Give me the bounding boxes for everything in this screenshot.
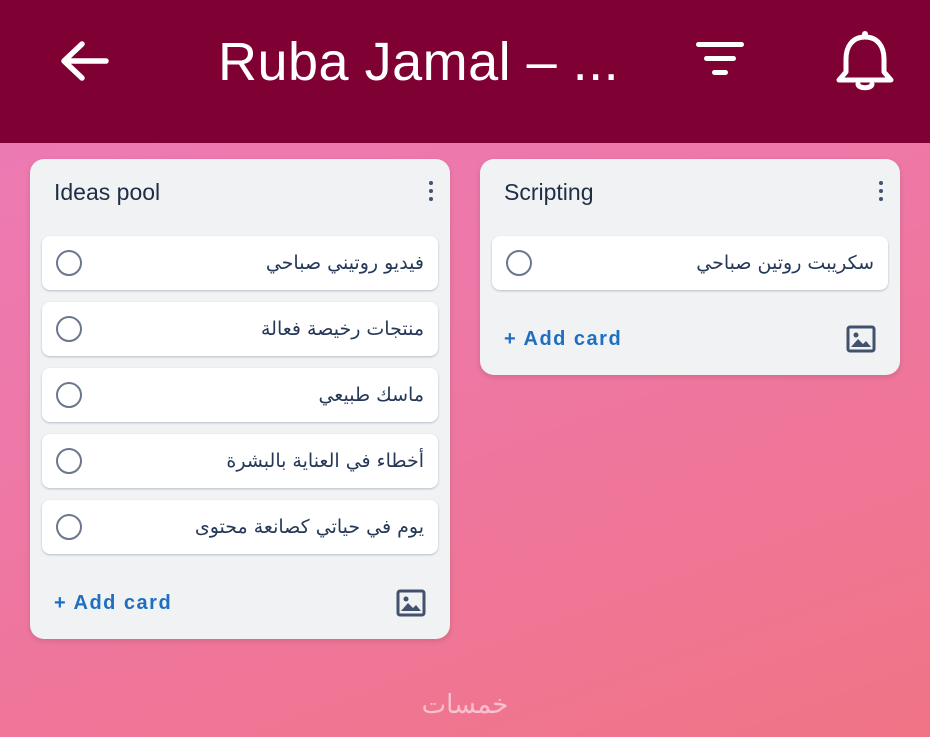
add-image-button[interactable] bbox=[396, 589, 426, 617]
list-title: Ideas pool bbox=[54, 179, 161, 205]
image-icon bbox=[846, 325, 876, 353]
card-checkbox[interactable] bbox=[56, 448, 82, 474]
list-ideas-pool: Ideas pool فيديو روتيني صباحي منتجات رخي… bbox=[30, 159, 450, 639]
add-image-button[interactable] bbox=[846, 325, 876, 353]
card[interactable]: سكريبت روتين صباحي bbox=[492, 236, 888, 290]
card[interactable]: أخطاء في العناية بالبشرة bbox=[42, 434, 438, 488]
image-icon bbox=[396, 589, 426, 617]
card-checkbox[interactable] bbox=[56, 514, 82, 540]
card-checkbox[interactable] bbox=[56, 316, 82, 342]
card-title: سكريبت روتين صباحي bbox=[696, 252, 874, 274]
arrow-left-icon bbox=[61, 41, 109, 81]
app-bar: Ruba Jamal – ... bbox=[0, 0, 930, 143]
more-vert-dot bbox=[879, 197, 883, 201]
add-card-button[interactable]: + Add card bbox=[54, 589, 172, 617]
add-card-button[interactable]: + Add card bbox=[504, 325, 622, 353]
card-title: يوم في حياتي كصانعة محتوى bbox=[194, 516, 424, 538]
card-title: أخطاء في العناية بالبشرة bbox=[226, 450, 424, 472]
watermark: خمسات bbox=[421, 690, 509, 720]
list-scripting: Scripting سكريبت روتين صباحي + Add card bbox=[480, 159, 900, 375]
card-checkbox[interactable] bbox=[56, 250, 82, 276]
notifications-button[interactable] bbox=[834, 28, 896, 92]
card-checkbox[interactable] bbox=[506, 250, 532, 276]
more-vert-icon bbox=[879, 181, 883, 185]
filter-button[interactable] bbox=[694, 40, 746, 84]
card[interactable]: ماسك طبيعي bbox=[42, 368, 438, 422]
card[interactable]: فيديو روتيني صباحي bbox=[42, 236, 438, 290]
filter-icon bbox=[696, 42, 744, 75]
card-title: ماسك طبيعي bbox=[318, 384, 424, 406]
more-vert-dot bbox=[879, 189, 883, 193]
more-vert-icon bbox=[429, 181, 433, 185]
card[interactable]: منتجات رخيصة فعالة bbox=[42, 302, 438, 356]
card-title: منتجات رخيصة فعالة bbox=[261, 318, 424, 340]
list-menu-button[interactable] bbox=[874, 179, 888, 205]
list-menu-button[interactable] bbox=[424, 179, 438, 205]
more-vert-dot bbox=[429, 189, 433, 193]
card[interactable]: يوم في حياتي كصانعة محتوى bbox=[42, 500, 438, 554]
list-title: Scripting bbox=[504, 179, 594, 205]
back-button[interactable] bbox=[56, 36, 112, 86]
bell-icon bbox=[836, 29, 894, 91]
board-title: Ruba Jamal – ... bbox=[218, 32, 620, 92]
card-checkbox[interactable] bbox=[56, 382, 82, 408]
more-vert-dot bbox=[429, 197, 433, 201]
card-title: فيديو روتيني صباحي bbox=[265, 252, 424, 274]
